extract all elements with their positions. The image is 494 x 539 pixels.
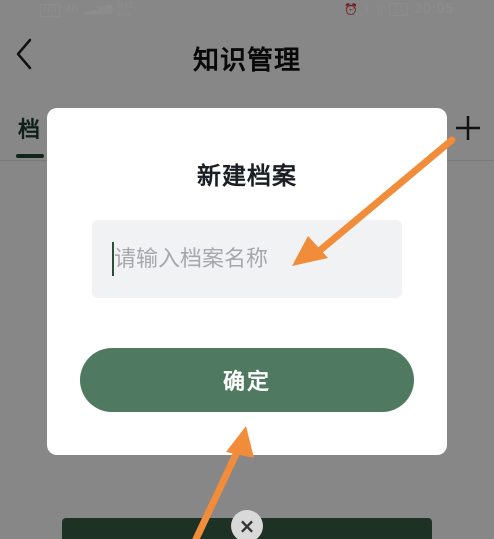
new-archive-dialog: 新建档案 确定 bbox=[47, 108, 447, 455]
archive-name-input[interactable] bbox=[92, 220, 402, 298]
confirm-button[interactable]: 确定 bbox=[80, 348, 414, 412]
dialog-title: 新建档案 bbox=[197, 161, 297, 190]
archive-name-field[interactable] bbox=[92, 220, 402, 298]
knowledge-management-page: HD 4G ▂▃▅▇ 842 B/s ⏰ ᛒ ▯ 71 20:05 知识管理 档 bbox=[0, 0, 494, 539]
text-caret bbox=[112, 242, 114, 276]
close-icon[interactable]: × bbox=[231, 510, 263, 539]
